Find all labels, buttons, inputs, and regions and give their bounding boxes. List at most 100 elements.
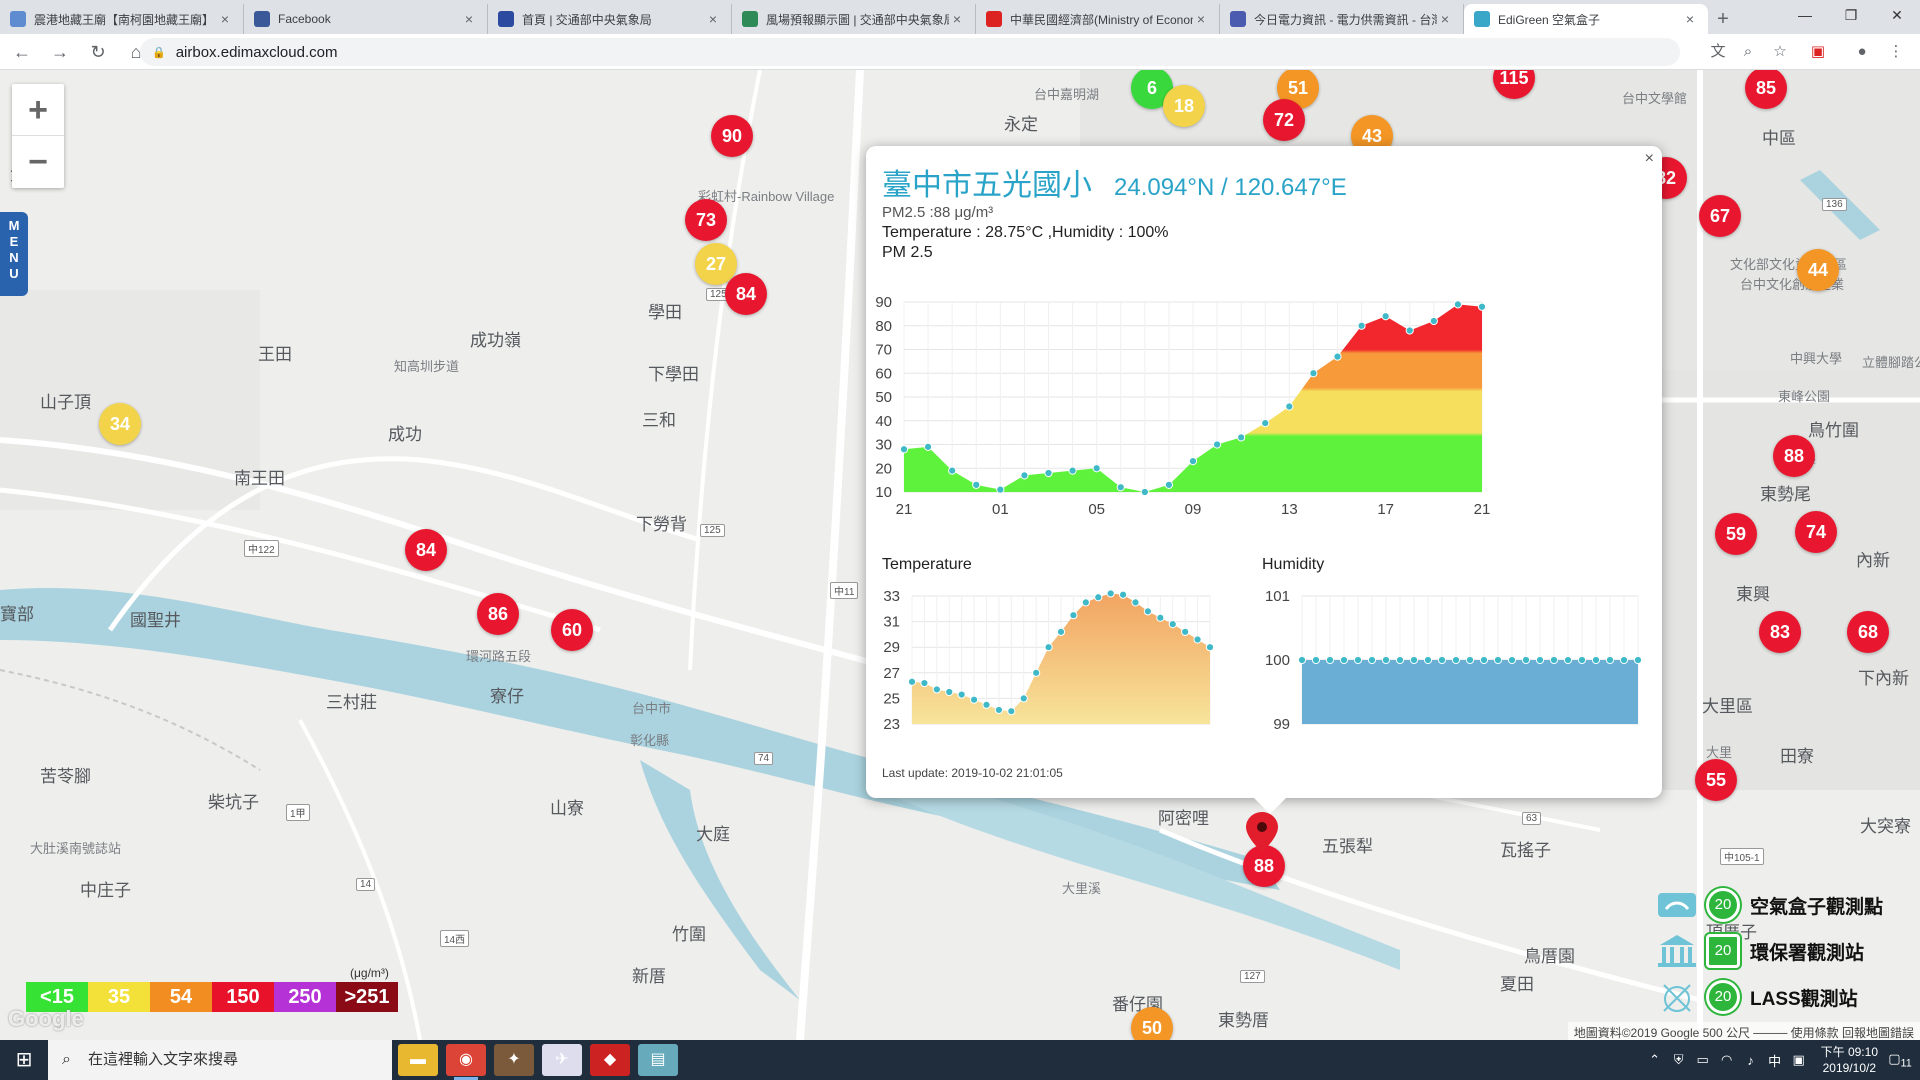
data-point xyxy=(1019,694,1028,703)
place-label: 東興 xyxy=(1736,585,1770,604)
tray-wifi-icon[interactable]: ◠ xyxy=(1715,1052,1739,1068)
data-point xyxy=(1633,655,1643,665)
data-point xyxy=(1535,655,1545,665)
edigreen-icon xyxy=(1474,11,1490,27)
sensor-marker[interactable]: 44 xyxy=(1797,249,1839,291)
data-point xyxy=(1521,655,1531,665)
search-icon: ⌕ xyxy=(62,1051,71,1068)
tray-security-icon[interactable]: ⛨ xyxy=(1667,1052,1691,1068)
sensor-marker[interactable]: 18 xyxy=(1163,85,1205,127)
station-legend-row[interactable]: 20 環保署觀測站 xyxy=(1656,928,1920,974)
data-point xyxy=(957,690,966,699)
tab-close-icon[interactable]: × xyxy=(1682,11,1698,27)
sensor-marker[interactable]: 55 xyxy=(1695,759,1737,801)
tab-close-icon[interactable]: × xyxy=(217,11,233,27)
pm25-chart: 10 20 30 40 50 60 70 80 90 21 01 05 09 13 17 21 xyxy=(875,294,1490,518)
ime-indicator[interactable]: 中 xyxy=(1763,1051,1787,1070)
data-point xyxy=(1451,655,1461,665)
facebook-icon xyxy=(254,11,270,27)
road-shield: 14西 xyxy=(440,930,470,947)
sensor-marker[interactable]: 68 xyxy=(1847,611,1889,653)
menu-dots-icon[interactable]: ⋮ xyxy=(1884,40,1908,64)
file-explorer-icon[interactable]: ▬ xyxy=(398,1044,438,1076)
place-label: 東勢尾 xyxy=(1760,485,1811,504)
browser-tab[interactable]: 中華民國經濟部(Ministry of Economic Affairs)× xyxy=(976,4,1220,34)
back-icon[interactable]: ← xyxy=(6,36,38,68)
map[interactable]: 大肚區成功嶺學田山子頂王田知高圳步道下學田三和成功南王田下勞背寶部國聖井三村莊寮… xyxy=(0,70,1920,1040)
tab-close-icon[interactable]: × xyxy=(1193,11,1209,27)
browser-tab[interactable]: 震港地藏王廟【南柯園地藏王廟】 × xyxy=(0,4,244,34)
sensor-marker[interactable]: 67 xyxy=(1699,195,1741,237)
forward-icon[interactable]: → xyxy=(44,36,76,68)
sensor-marker[interactable]: 83 xyxy=(1759,611,1801,653)
taskbar-clock[interactable]: 下午 09:10 2019/10/2 xyxy=(1821,1044,1878,1076)
address-bar[interactable]: 🔒 airbox.edimaxcloud.com xyxy=(140,38,1680,66)
bookmark-star-icon[interactable]: ☆ xyxy=(1768,40,1792,64)
sensor-marker[interactable]: 74 xyxy=(1795,511,1837,553)
zoom-in-button[interactable]: + xyxy=(12,84,64,136)
tab-close-icon[interactable]: × xyxy=(461,11,477,27)
sensor-marker[interactable]: 73 xyxy=(685,199,727,241)
tab-close-icon[interactable]: × xyxy=(949,11,965,27)
station-legend-row[interactable]: 20 LASS觀測站 xyxy=(1656,974,1920,1020)
chrome-icon[interactable]: ◉ xyxy=(446,1044,486,1080)
zoom-icon[interactable]: ⌕ xyxy=(1736,40,1760,64)
data-point xyxy=(1577,655,1587,665)
minimize-button[interactable]: — xyxy=(1782,0,1828,30)
sensor-marker[interactable]: 84 xyxy=(405,529,447,571)
zoom-out-button[interactable]: − xyxy=(12,136,64,188)
app-fox-icon[interactable]: ✦ xyxy=(494,1044,534,1076)
sensor-marker[interactable]: 59 xyxy=(1715,513,1757,555)
menu-tab-button[interactable]: MENU xyxy=(0,212,28,296)
browser-tab[interactable]: EdiGreen 空氣盒子 × xyxy=(1464,4,1708,34)
place-label: 中興大學 xyxy=(1790,351,1843,366)
tray-chevron-icon[interactable]: ⌃ xyxy=(1643,1052,1667,1068)
tray-keyboard-icon[interactable]: ▣ xyxy=(1787,1052,1811,1068)
app-red-icon[interactable]: ◆ xyxy=(590,1044,630,1076)
tray-battery-icon[interactable]: ▭ xyxy=(1691,1052,1715,1068)
sensor-marker[interactable]: 34 xyxy=(99,403,141,445)
new-tab-button[interactable]: + xyxy=(1708,4,1738,34)
map-attribution[interactable]: 地圖資料©2019 Google 500 公尺 ──── 使用條款 回報地圖錯誤 xyxy=(1567,1022,1920,1040)
data-point xyxy=(1193,635,1202,644)
sensor-marker[interactable]: 84 xyxy=(725,273,767,315)
popup-close-button[interactable]: × xyxy=(1645,150,1654,168)
place-label: 大肚溪南號誌站 xyxy=(30,841,122,856)
lock-icon: 🔒 xyxy=(152,46,166,59)
browser-tab[interactable]: 首頁 | 交通部中央氣象局 × xyxy=(488,4,732,34)
taskbar-search-box[interactable]: ⌕ 在這裡輸入文字來搜尋 xyxy=(48,1040,392,1080)
browser-tab[interactable]: 風場預報顯示圖 | 交通部中央氣象局 × xyxy=(732,4,976,34)
tab-close-icon[interactable]: × xyxy=(705,11,721,27)
reload-icon[interactable]: ↻ xyxy=(82,36,114,68)
station-legend-row[interactable]: 20 空氣盒子觀測點 xyxy=(1656,882,1920,928)
sensor-marker[interactable]: 90 xyxy=(711,115,753,157)
browser-tab[interactable]: 今日電力資訊 - 電力供需資訊 - 台灣電力公司× xyxy=(1220,4,1464,34)
sensor-marker[interactable]: 86 xyxy=(477,593,519,635)
extension-icon[interactable]: ▣ xyxy=(1806,40,1830,64)
browser-tab[interactable]: Facebook × xyxy=(244,4,488,34)
account-icon[interactable]: ● xyxy=(1850,40,1874,64)
last-update: Last update: 2019-10-02 21:01:05 xyxy=(882,766,1063,780)
station-count-badge: 20 xyxy=(1706,980,1740,1014)
data-point xyxy=(1285,402,1294,411)
place-label: 大突寮 xyxy=(1860,817,1911,836)
tab-close-icon[interactable]: × xyxy=(1437,11,1453,27)
maximize-button[interactable]: ❐ xyxy=(1828,0,1874,30)
close-window-button[interactable]: ✕ xyxy=(1874,0,1920,30)
translate-icon[interactable]: 文 xyxy=(1706,40,1730,64)
place-label: 鳥竹圍 xyxy=(1808,421,1859,440)
sensor-marker[interactable]: 60 xyxy=(551,609,593,651)
notification-center-icon[interactable]: ▢11 xyxy=(1888,1051,1912,1070)
app-notes-icon[interactable]: ▤ xyxy=(638,1044,678,1076)
sensor-marker[interactable]: 88 xyxy=(1773,435,1815,477)
tab-title: 風場預報顯示圖 | 交通部中央氣象局 xyxy=(766,12,949,27)
tab-title: 中華民國經濟部(Ministry of Economic Affairs) xyxy=(1010,12,1193,27)
windows-start-icon[interactable]: ⊞ xyxy=(0,1040,48,1080)
x-tick-label: 05 xyxy=(1088,501,1105,518)
data-point xyxy=(1020,471,1029,480)
sensor-marker[interactable]: 72 xyxy=(1263,99,1305,141)
selected-station-pin-icon[interactable] xyxy=(1246,812,1278,852)
tray-volume-icon[interactable]: ♪ xyxy=(1739,1053,1763,1068)
legend-band: >251 xyxy=(336,982,398,1012)
app-flight-icon[interactable]: ✈ xyxy=(542,1044,582,1076)
